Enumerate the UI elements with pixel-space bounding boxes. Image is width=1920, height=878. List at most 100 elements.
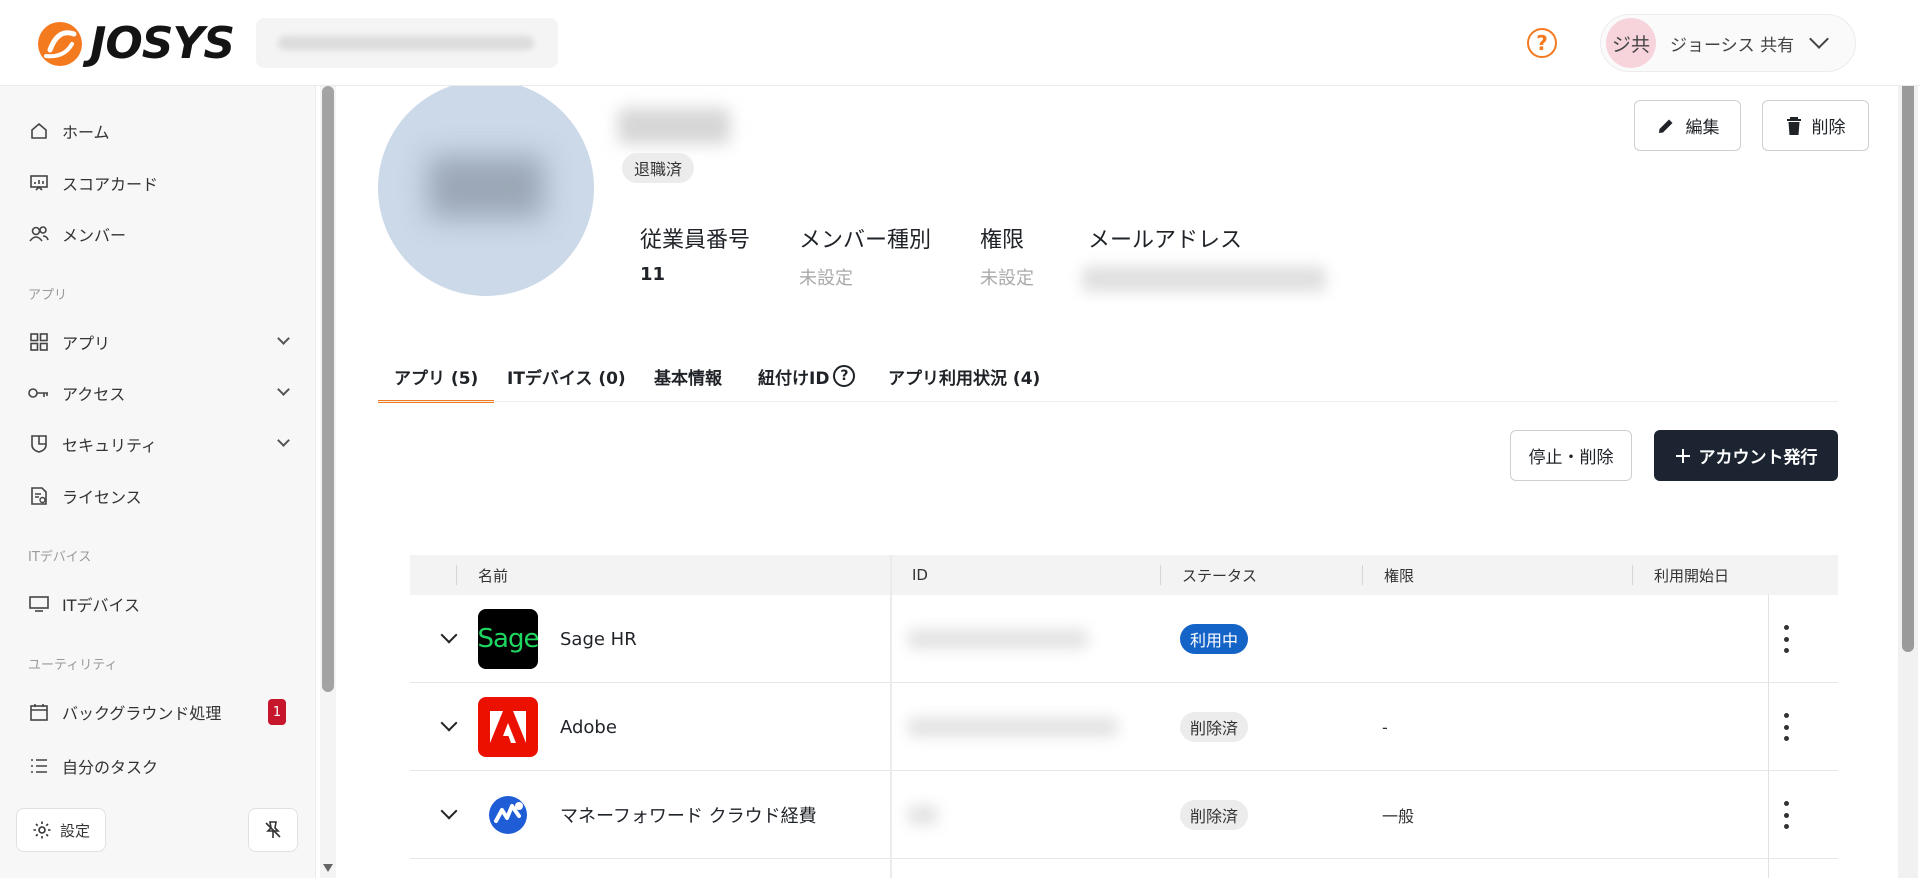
tab-app-usage[interactable]: アプリ利用状況 (4) (888, 350, 1040, 402)
main-scrollbar[interactable] (1898, 70, 1918, 878)
app-name[interactable]: Adobe (560, 683, 617, 771)
account-id-redacted (908, 805, 938, 825)
plus-icon (1675, 448, 1690, 463)
tab-linked-ids[interactable]: 紐付けID ? (758, 350, 856, 402)
notification-badge: 1 (268, 699, 286, 725)
scroll-down-arrow-icon[interactable] (323, 864, 333, 872)
actions-column-divider (1768, 595, 1769, 878)
sidebar-item-access[interactable]: アクセス (28, 373, 290, 413)
user-avatar: ジ共 (1606, 18, 1656, 68)
more-vertical-icon[interactable] (1776, 625, 1796, 653)
grid-icon (28, 331, 50, 353)
status-badge: 削除済 (1180, 712, 1249, 742)
josys-logo[interactable]: JOSYS (36, 18, 235, 69)
id-column-divider (890, 555, 892, 878)
column-permission[interactable]: 権限 (1384, 555, 1414, 595)
column-status[interactable]: ステータス (1182, 555, 1257, 595)
expand-chevron-icon[interactable] (440, 802, 458, 820)
edit-button[interactable]: 編集 (1634, 100, 1741, 151)
column-separator[interactable] (1362, 565, 1363, 585)
tab-linked-ids-label: 紐付けID (758, 368, 830, 389)
permission-value: 一般 (1382, 807, 1415, 826)
sidebar-item-label: ライセンス (62, 488, 142, 507)
column-separator[interactable] (456, 565, 457, 585)
shield-icon (28, 433, 50, 455)
issue-account-button[interactable]: アカウント発行 (1654, 430, 1838, 481)
status-badge: 利用中 (1180, 624, 1249, 654)
help-icon[interactable]: ? (1527, 28, 1557, 58)
sidebar-scrollbar-thumb[interactable] (322, 86, 334, 692)
logo-text: JOSYS (90, 18, 235, 69)
column-separator[interactable] (1160, 565, 1161, 585)
settings-button[interactable]: 設定 (16, 808, 106, 852)
trash-icon (1786, 116, 1801, 135)
sidebar-scrollbar[interactable] (320, 86, 336, 878)
sidebar-item-background-jobs[interactable]: バックグラウンド処理 1 (28, 692, 290, 732)
permission-label: 権限 (980, 228, 1025, 253)
tab-apps[interactable]: アプリ (5) (377, 350, 495, 403)
sidebar-item-my-tasks[interactable]: 自分のタスク (28, 746, 290, 786)
question-circle-icon[interactable]: ? (833, 365, 856, 387)
sidebar-item-label: 自分のタスク (62, 758, 159, 777)
user-menu[interactable]: ジ共 ジョーシス 共有 (1600, 14, 1856, 72)
pencil-icon (1658, 119, 1672, 133)
tab-it-devices[interactable]: ITデバイス (0) (507, 350, 626, 402)
chevron-down-icon (277, 332, 290, 345)
sidebar-item-label: バックグラウンド処理 (62, 704, 222, 723)
home-icon (28, 120, 50, 142)
detail-tabs: アプリ (5) ITデバイス (0) 基本情報 紐付けID ? アプリ利用状況 … (377, 350, 1838, 403)
delete-label: 削除 (1811, 118, 1846, 138)
column-start-date[interactable]: 利用開始日 (1654, 555, 1729, 595)
column-id[interactable]: ID (912, 555, 928, 595)
sidebar-item-apps[interactable]: アプリ (28, 322, 290, 362)
sage-logo: Sage (477, 609, 540, 669)
main-scrollbar-thumb[interactable] (1902, 72, 1914, 652)
sidebar-item-members[interactable]: メンバー (28, 214, 290, 254)
app-name[interactable]: Sage HR (560, 595, 637, 683)
sage-logo-text: Sage (477, 624, 540, 654)
table-row[interactable]: マネーフォワード クラウド経費 削除済 一般 (410, 771, 1838, 859)
tab-basic-info[interactable]: 基本情報 (654, 350, 722, 402)
permission-value: 未設定 (980, 268, 1034, 289)
unpin-icon (265, 821, 281, 838)
unpin-sidebar-button[interactable] (248, 808, 298, 852)
tabs-divider (378, 401, 1838, 402)
sidebar-item-label: セキュリティ (62, 436, 158, 455)
more-vertical-icon[interactable] (1776, 713, 1796, 741)
gear-icon (33, 821, 51, 839)
tenant-selector[interactable] (256, 18, 558, 68)
member-name-redacted (618, 108, 730, 144)
issue-account-label: アカウント発行 (1698, 448, 1818, 468)
sidebar-item-scorecard[interactable]: スコアカード (28, 163, 290, 203)
sidebar-item-label: メンバー (62, 226, 127, 245)
member-status-badge: 退職済 (622, 153, 695, 183)
sidebar-item-security[interactable]: セキュリティ (28, 424, 290, 464)
column-separator[interactable] (1632, 565, 1633, 585)
delete-button[interactable]: 削除 (1762, 100, 1869, 151)
sidebar-item-home[interactable]: ホーム (28, 111, 290, 151)
table-row[interactable]: Sage Sage HR 利用中 (410, 595, 1838, 683)
chevron-down-icon (277, 383, 290, 396)
sidebar-item-it-devices[interactable]: ITデバイス (28, 584, 290, 624)
column-name[interactable]: 名前 (478, 555, 508, 595)
employee-number-value: 11 (640, 264, 666, 285)
email-label: メールアドレス (1088, 228, 1243, 253)
sidebar: ホーム スコアカード メンバー アプリ アプリ アクセス セキュリティ ライセン… (0, 86, 316, 878)
app-name[interactable]: マネーフォワード クラウド経費 (560, 771, 817, 859)
key-icon (28, 382, 50, 404)
expand-chevron-icon[interactable] (440, 626, 458, 644)
sidebar-item-license[interactable]: ライセンス (28, 476, 290, 516)
account-id-redacted (908, 629, 1088, 649)
josys-logo-mark (38, 21, 82, 66)
expand-chevron-icon[interactable] (440, 714, 458, 732)
table-row[interactable]: Adobe 削除済 - (410, 683, 1838, 771)
license-icon (28, 485, 50, 507)
section-devices-heading: ITデバイス (28, 550, 92, 565)
more-vertical-icon[interactable] (1776, 801, 1796, 829)
sidebar-item-label: スコアカード (62, 175, 159, 194)
stop-delete-button[interactable]: 停止・削除 (1510, 430, 1632, 481)
employee-number-label: 従業員番号 (640, 228, 751, 253)
edit-label: 編集 (1685, 118, 1720, 138)
sidebar-item-label: アプリ (62, 334, 111, 353)
member-type-label: メンバー種別 (799, 228, 932, 253)
